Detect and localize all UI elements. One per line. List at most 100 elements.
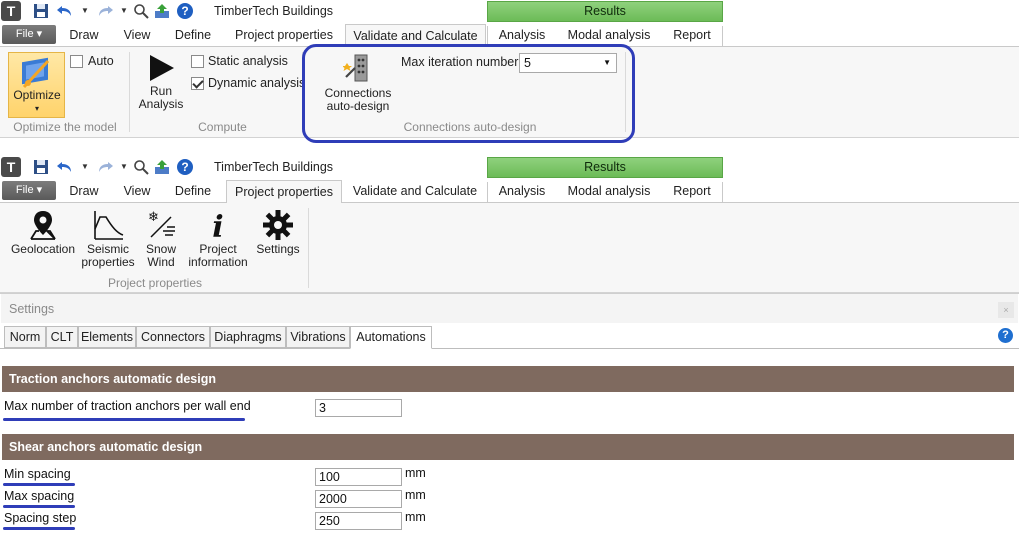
settings-tab-automations[interactable]: Automations xyxy=(350,326,432,349)
max-traction-anchors-input[interactable]: 3 xyxy=(315,399,402,417)
min-spacing-unit: mm xyxy=(405,466,426,480)
tab-divider xyxy=(487,26,488,46)
seismic-label-line2: properties xyxy=(81,255,135,269)
snow-wind-button[interactable]: ❄ Snow Wind xyxy=(140,209,182,269)
map-pin-icon xyxy=(30,211,56,240)
close-icon[interactable]: × xyxy=(998,302,1014,318)
search-icon[interactable] xyxy=(132,158,150,176)
tab-define[interactable]: Define xyxy=(168,180,218,203)
tab-draw[interactable]: Draw xyxy=(64,24,104,47)
run-analysis-label-line2: Analysis xyxy=(138,97,184,111)
upload-icon[interactable] xyxy=(154,2,172,20)
optimize-icon xyxy=(18,57,54,92)
tab-draw[interactable]: Draw xyxy=(64,180,104,203)
settings-button[interactable]: Settings xyxy=(254,209,302,256)
title-bar: T ▼ ▼ ? TimberTech Buildings Results xyxy=(0,0,1019,24)
tab-modal-analysis[interactable]: Modal analysis xyxy=(562,180,656,203)
tab-validate-and-calculate[interactable]: Validate and Calculate xyxy=(347,180,483,203)
redo-dropdown-icon[interactable]: ▼ xyxy=(120,2,128,20)
group-label-project-properties: Project properties xyxy=(107,276,203,290)
svg-text:?: ? xyxy=(181,4,188,18)
file-menu-button[interactable]: File ▾ xyxy=(2,25,56,44)
optimize-dropdown-icon[interactable]: ▾ xyxy=(10,102,64,115)
app-logo: T xyxy=(1,1,21,21)
settings-panel: Settings × Norm CLT Elements Connectors … xyxy=(0,293,1019,551)
min-spacing-label: Min spacing xyxy=(4,467,71,481)
svg-text:❄: ❄ xyxy=(148,210,159,225)
static-analysis-label: Static analysis xyxy=(208,54,288,68)
window-title: TimberTech Buildings xyxy=(214,4,334,18)
redo-icon[interactable] xyxy=(96,2,114,20)
undo-icon[interactable] xyxy=(56,158,74,176)
gear-icon xyxy=(263,210,293,240)
seismic-properties-button[interactable]: Seismic properties xyxy=(78,209,138,269)
tab-divider xyxy=(722,182,723,202)
traction-section-header: Traction anchors automatic design xyxy=(2,366,1014,392)
tab-project-properties[interactable]: Project properties xyxy=(226,180,342,204)
tab-define[interactable]: Define xyxy=(168,24,218,47)
redo-dropdown-icon[interactable]: ▼ xyxy=(120,158,128,176)
redo-icon[interactable] xyxy=(96,158,114,176)
save-icon[interactable] xyxy=(32,158,50,176)
snow-label: Snow xyxy=(145,242,177,256)
dynamic-analysis-checkbox[interactable] xyxy=(191,77,204,90)
auto-checkbox[interactable] xyxy=(70,55,83,68)
settings-tab-connectors[interactable]: Connectors xyxy=(136,326,210,348)
tab-analysis[interactable]: Analysis xyxy=(492,180,552,203)
settings-header: Settings × xyxy=(1,294,1018,323)
spacing-step-input[interactable]: 250 xyxy=(315,512,402,530)
static-analysis-checkbox[interactable] xyxy=(191,55,204,68)
info-icon: i xyxy=(212,210,223,241)
spacing-step-unit: mm xyxy=(405,510,426,524)
undo-dropdown-icon[interactable]: ▼ xyxy=(81,158,89,176)
undo-dropdown-icon[interactable]: ▼ xyxy=(81,2,89,20)
group-label-compute: Compute xyxy=(198,120,247,134)
seismic-spectrum-icon xyxy=(94,211,124,240)
optimize-label: Optimize xyxy=(13,88,61,102)
play-icon xyxy=(150,55,174,81)
title-bar: T ▼ ▼ ? TimberTech Buildings Results xyxy=(0,156,1019,180)
geolocation-button[interactable]: Geolocation xyxy=(8,209,78,256)
tab-report[interactable]: Report xyxy=(664,180,720,203)
dynamic-analysis-label: Dynamic analysis xyxy=(208,76,306,90)
snow-wind-icon: ❄ xyxy=(148,210,175,238)
help-icon[interactable]: ? xyxy=(998,328,1013,343)
group-label-optimize: Optimize the model xyxy=(13,120,117,134)
project-information-button[interactable]: i Project information xyxy=(184,209,252,269)
max-spacing-label: Max spacing xyxy=(4,489,75,503)
settings-tab-elements[interactable]: Elements xyxy=(78,326,136,348)
project-info-label-line1: Project xyxy=(199,242,237,256)
run-analysis-label-line1: Run xyxy=(149,84,172,98)
label-underline-annotation xyxy=(3,527,75,530)
undo-icon[interactable] xyxy=(56,2,74,20)
upload-icon[interactable] xyxy=(154,158,172,176)
tab-view[interactable]: View xyxy=(116,180,158,203)
settings-tab-clt[interactable]: CLT xyxy=(46,326,78,348)
settings-tab-norm[interactable]: Norm xyxy=(4,326,46,348)
tab-divider xyxy=(722,26,723,46)
save-icon[interactable] xyxy=(32,2,50,20)
search-icon[interactable] xyxy=(132,2,150,20)
max-spacing-input[interactable]: 2000 xyxy=(315,490,402,508)
wind-label: Wind xyxy=(147,255,175,269)
project-properties-ribbon: Geolocation Seismic properties ❄ Snow Wi… xyxy=(0,203,1019,293)
auto-label: Auto xyxy=(88,54,114,68)
geolocation-label: Geolocation xyxy=(10,242,76,256)
group-divider xyxy=(308,208,309,288)
settings-title: Settings xyxy=(9,302,55,316)
min-spacing-input[interactable]: 100 xyxy=(315,468,402,486)
settings-tab-vibrations[interactable]: Vibrations xyxy=(286,326,350,348)
tab-divider xyxy=(487,182,488,202)
run-analysis-button[interactable]: Run Analysis xyxy=(136,53,186,111)
tab-view[interactable]: View xyxy=(116,24,158,47)
tab-body-border xyxy=(0,348,1019,349)
settings-tab-diaphragms[interactable]: Diaphragms xyxy=(210,326,286,348)
help-circle-icon[interactable]: ? xyxy=(176,2,194,20)
app-logo: T xyxy=(1,157,21,177)
tab-report[interactable]: Report xyxy=(664,24,720,47)
svg-text:?: ? xyxy=(181,160,188,174)
help-circle-icon[interactable]: ? xyxy=(176,158,194,176)
file-menu-button[interactable]: File ▾ xyxy=(2,181,56,200)
label-underline-annotation xyxy=(3,505,75,508)
project-info-label-line2: information xyxy=(188,255,248,269)
